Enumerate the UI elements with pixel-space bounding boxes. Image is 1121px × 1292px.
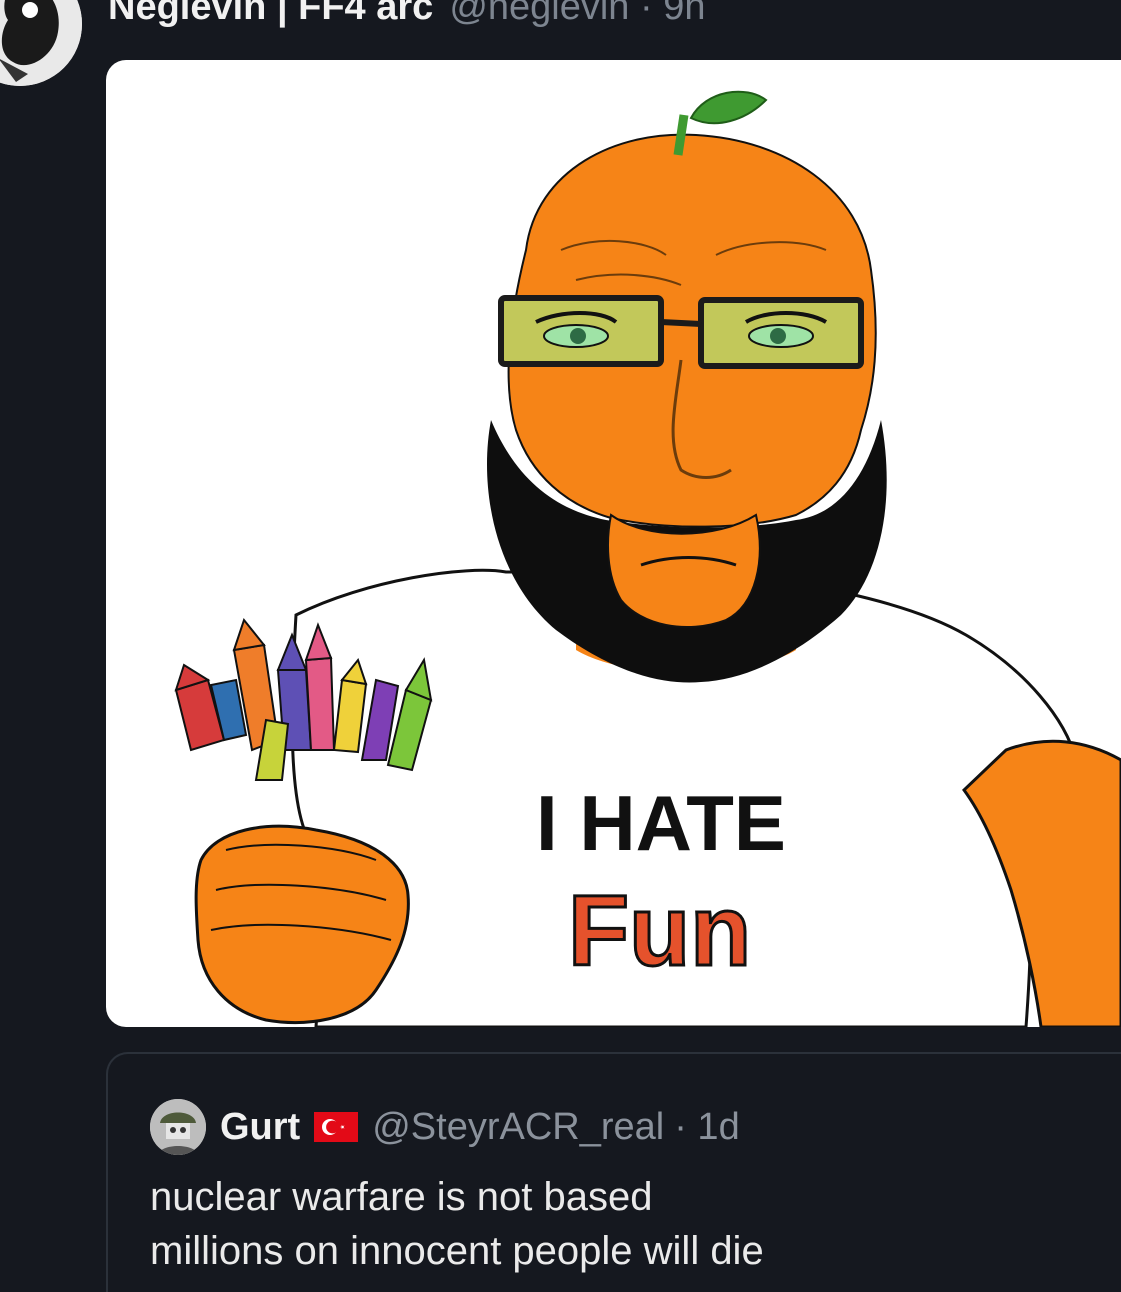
tweet-time[interactable]: · 9h (640, 0, 705, 28)
quoted-author-handle[interactable]: @SteyrACR_real (372, 1106, 664, 1149)
avatar-icon (0, 0, 82, 86)
quoted-tweet-header: Gurt @SteyrACR_real · 1d (150, 1099, 740, 1155)
quoted-tweet-time[interactable]: · 1d (674, 1106, 739, 1149)
author-handle[interactable]: @neglevin (449, 0, 629, 28)
quoted-tweet[interactable]: Gurt @SteyrACR_real · 1d nuclear warfare… (106, 1052, 1121, 1292)
author-handle-and-time[interactable]: @neglevin · 9h (449, 0, 705, 29)
author-avatar[interactable] (0, 0, 82, 86)
author-display-name[interactable]: Neglevin | FF4 arc (108, 0, 433, 29)
quoted-author-avatar[interactable] (150, 1099, 206, 1155)
quoted-tweet-line: millions on innocent people will die (150, 1229, 764, 1273)
shirt-text-line-2: Fun (568, 875, 751, 987)
turkey-flag-icon (314, 1112, 359, 1142)
shirt-text-line-1: I HATE (536, 779, 786, 867)
quoted-tweet-text: nuclear warfare is not based millions on… (150, 1170, 764, 1278)
avatar-icon (150, 1099, 206, 1155)
tweet-header: Neglevin | FF4 arc @neglevin · 9h (108, 0, 706, 29)
quoted-tweet-line: nuclear warfare is not based (150, 1175, 653, 1219)
tweet-media-image[interactable]: I HATE Fun (106, 60, 1121, 1027)
meme-illustration: I HATE Fun (174, 90, 1121, 1027)
quoted-author-display-name[interactable]: Gurt (220, 1106, 300, 1149)
